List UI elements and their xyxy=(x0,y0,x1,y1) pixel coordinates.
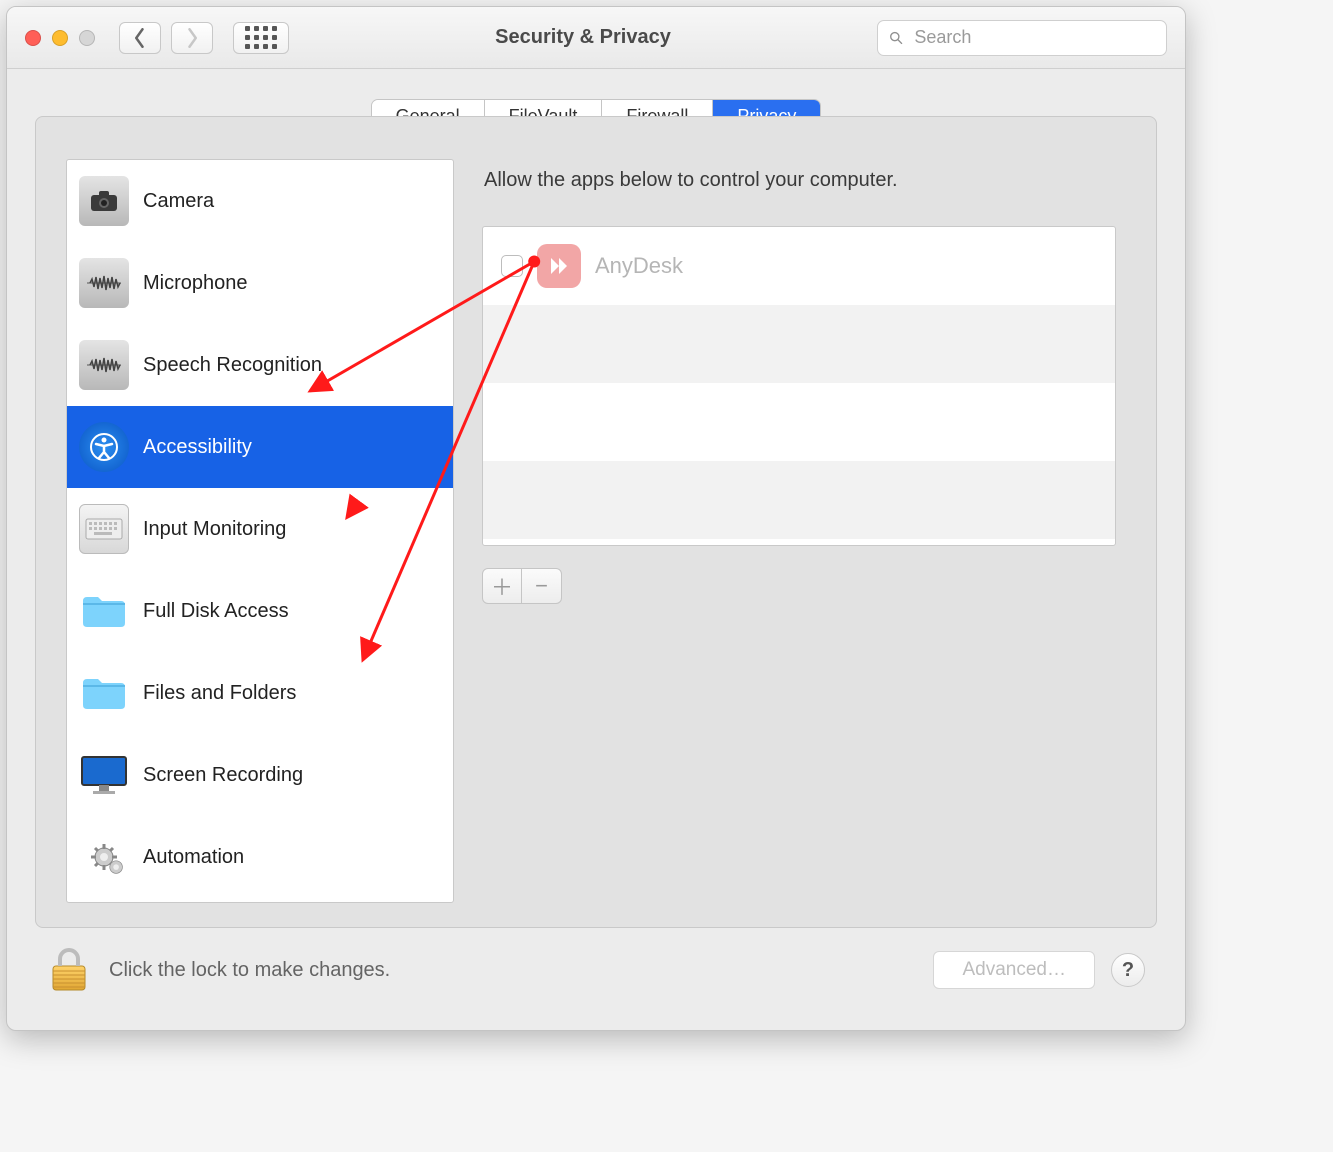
keyboard-icon xyxy=(79,504,129,554)
help-button[interactable]: ? xyxy=(1111,953,1145,987)
add-app-button[interactable]: ＋ xyxy=(483,569,522,603)
sidebar-item-files-and-folders[interactable]: Files and Folders xyxy=(67,652,453,734)
lock-icon[interactable] xyxy=(47,946,91,994)
back-button[interactable] xyxy=(119,22,161,54)
window-title: Security & Privacy xyxy=(299,26,867,49)
search-field-wrapper[interactable] xyxy=(877,20,1167,56)
app-row-anydesk[interactable]: AnyDesk xyxy=(483,227,1115,305)
plus-icon: ＋ xyxy=(491,570,513,602)
titlebar: Security & Privacy xyxy=(7,7,1185,69)
grid-icon xyxy=(245,26,277,49)
gear-icon xyxy=(79,832,129,882)
sidebar-item-accessibility[interactable]: Accessibility xyxy=(67,406,453,488)
right-detail-pane: Allow the apps below to control your com… xyxy=(472,159,1126,903)
forward-button[interactable] xyxy=(171,22,213,54)
sidebar-item-automation[interactable]: Automation xyxy=(67,816,453,898)
anydesk-icon xyxy=(537,244,581,288)
display-icon xyxy=(79,750,129,800)
sidebar-item-label: Automation xyxy=(143,846,244,869)
sidebar-item-label: Speech Recognition xyxy=(143,354,322,377)
camera-icon xyxy=(79,176,129,226)
window-body: General FileVault Firewall Privacy Camer… xyxy=(7,69,1185,1030)
app-row-empty xyxy=(483,305,1115,383)
footer: Click the lock to make changes. Advanced… xyxy=(35,928,1157,1008)
app-row-empty xyxy=(483,461,1115,539)
pane-description: Allow the apps below to control your com… xyxy=(482,163,1116,204)
chevron-right-icon xyxy=(185,28,199,48)
app-row-empty xyxy=(483,383,1115,461)
apps-list: AnyDesk xyxy=(482,226,1116,546)
sidebar-item-full-disk-access[interactable]: Full Disk Access xyxy=(67,570,453,652)
advanced-button[interactable]: Advanced… xyxy=(933,951,1095,989)
search-input[interactable] xyxy=(912,26,1156,49)
sidebar-item-screen-recording[interactable]: Screen Recording xyxy=(67,734,453,816)
sidebar-item-label: Camera xyxy=(143,190,214,213)
app-name-label: AnyDesk xyxy=(595,253,683,279)
sidebar-item-label: Screen Recording xyxy=(143,764,303,787)
sidebar-item-camera[interactable]: Camera xyxy=(67,160,453,242)
sidebar-item-label: Microphone xyxy=(143,272,248,295)
search-icon xyxy=(888,29,904,47)
close-window-button[interactable] xyxy=(25,30,41,46)
show-all-button[interactable] xyxy=(233,22,289,54)
lock-hint-label: Click the lock to make changes. xyxy=(109,959,390,982)
sidebar-item-label: Full Disk Access xyxy=(143,600,289,623)
footer-right: Advanced… ? xyxy=(933,951,1145,989)
sidebar-item-microphone[interactable]: Microphone xyxy=(67,242,453,324)
app-checkbox[interactable] xyxy=(501,255,523,277)
folder-icon xyxy=(79,668,129,718)
zoom-window-button[interactable] xyxy=(79,30,95,46)
microphone-icon xyxy=(79,258,129,308)
system-preferences-window: Security & Privacy General FileVault Fir… xyxy=(6,6,1186,1031)
speech-recognition-icon xyxy=(79,340,129,390)
sidebar-item-label: Files and Folders xyxy=(143,682,296,705)
add-remove-buttons: ＋ − xyxy=(482,568,562,604)
sidebar-item-label: Input Monitoring xyxy=(143,518,286,541)
window-controls xyxy=(25,30,95,46)
sidebar-item-label: Accessibility xyxy=(143,436,252,459)
sidebar-item-input-monitoring[interactable]: Input Monitoring xyxy=(67,488,453,570)
chevron-left-icon xyxy=(133,28,147,48)
lock-row: Click the lock to make changes. xyxy=(47,946,390,994)
folder-icon xyxy=(79,586,129,636)
privacy-categories-sidebar[interactable]: Camera Microphone Speech Recognition xyxy=(66,159,454,903)
minimize-window-button[interactable] xyxy=(52,30,68,46)
privacy-panel: Camera Microphone Speech Recognition xyxy=(35,116,1157,928)
accessibility-icon xyxy=(79,422,129,472)
remove-app-button[interactable]: − xyxy=(522,569,561,603)
minus-icon: − xyxy=(535,573,548,599)
sidebar-item-speech-recognition[interactable]: Speech Recognition xyxy=(67,324,453,406)
